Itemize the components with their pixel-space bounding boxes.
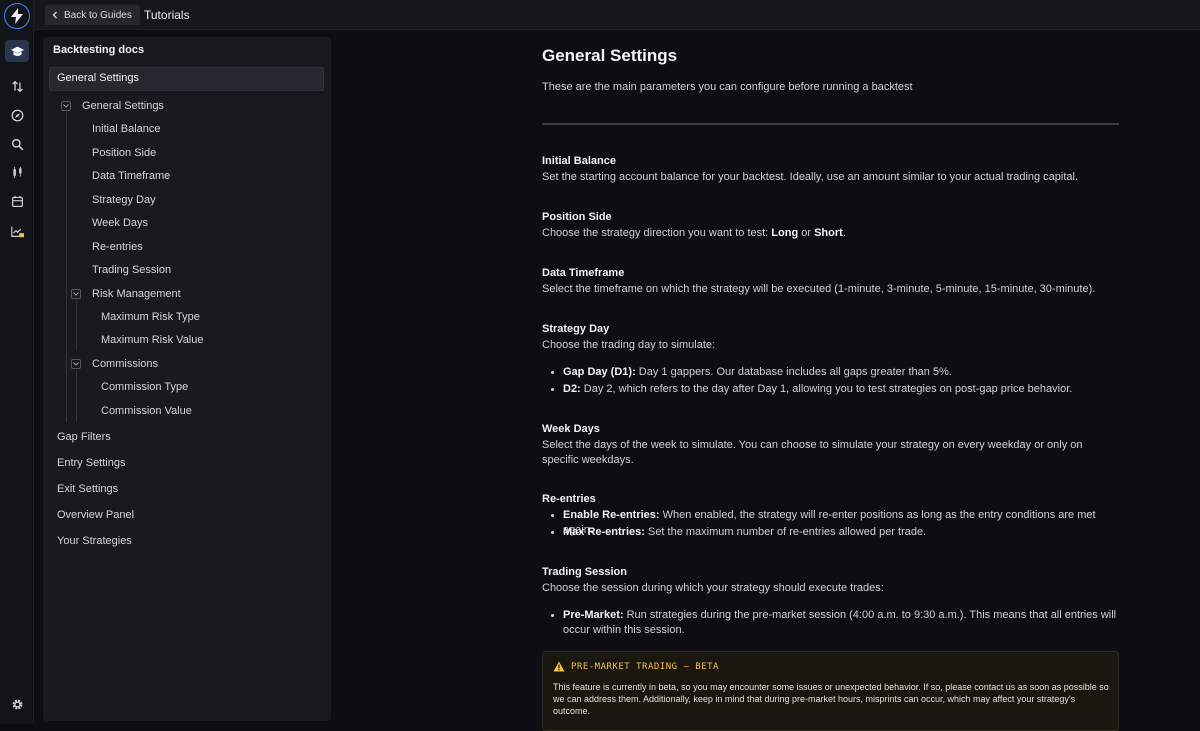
text-strategy-day: Choose the trading day to simulate: (542, 339, 716, 351)
text-initial-balance: Set the starting account balance for you… (542, 171, 1079, 183)
sidebar-item-general-settings-label: General Settings (57, 72, 139, 84)
sidebar-item-gap-filters[interactable]: Gap Filters (57, 431, 111, 443)
text-data-timeframe: Select the timeframe on which the strate… (542, 283, 1096, 295)
sidebar-item-exit-settings[interactable]: Exit Settings (57, 483, 118, 495)
calendar-icon[interactable] (5, 190, 29, 212)
heading-trading-session: Trading Session (542, 566, 627, 578)
settings-gear-icon[interactable] (5, 693, 29, 715)
page-title: Tutorials (144, 8, 190, 22)
warning-text: This feature is currently in beta, so yo… (553, 682, 1109, 716)
heading-week-days: Week Days (542, 423, 600, 435)
list-item: Pre-Market: Run strategies during the pr… (551, 608, 1119, 638)
sidebar-item-strategy-day[interactable]: Strategy Day (92, 194, 156, 206)
docs-sidebar: Backtesting docs General Settings Genera… (43, 37, 331, 721)
sidebar-item-commissions[interactable]: Commissions (92, 358, 158, 370)
heading-initial-balance: Initial Balance (542, 155, 616, 167)
heading-strategy-day: Strategy Day (542, 323, 610, 335)
compass-icon[interactable] (5, 104, 29, 126)
sidebar-item-commission-type[interactable]: Commission Type (101, 381, 188, 393)
chevron-down-icon[interactable] (71, 359, 81, 369)
sidebar-item-trading-session[interactable]: Trading Session (92, 264, 171, 276)
top-bar: Back to Guides Tutorials (34, 0, 1200, 30)
graduation-cap-icon[interactable] (5, 40, 29, 62)
heading-position-side: Position Side (542, 211, 612, 223)
back-to-guides-label: Back to Guides (64, 9, 132, 21)
sidebar-item-max-risk-value[interactable]: Maximum Risk Value (101, 334, 204, 346)
sidebar-item-position-side[interactable]: Position Side (92, 147, 156, 159)
chevron-left-icon (52, 11, 57, 19)
sidebar-item-data-timeframe[interactable]: Data Timeframe (92, 170, 170, 182)
logo-bolt-icon[interactable] (4, 3, 30, 29)
sidebar-title: Backtesting docs (53, 44, 145, 56)
text-position-side: Choose the strategy direction you want t… (542, 227, 846, 239)
sidebar-item-risk-management[interactable]: Risk Management (92, 288, 181, 300)
chevron-down-icon[interactable] (71, 289, 81, 299)
tree-guide-line (76, 371, 77, 421)
divider (542, 123, 1119, 125)
heading-re-entries: Re-entries (542, 493, 596, 505)
content-intro: These are the main parameters you can co… (542, 81, 913, 93)
sidebar-item-overview-panel[interactable]: Overview Panel (57, 509, 134, 521)
sidebar-item-general-settings-group[interactable]: General Settings (82, 100, 164, 112)
list-item: Gap Day (D1): Day 1 gappers. Our databas… (551, 365, 1119, 380)
heading-data-timeframe: Data Timeframe (542, 267, 625, 279)
sidebar-item-re-entries[interactable]: Re-entries (92, 241, 143, 253)
back-to-guides-button[interactable]: Back to Guides (45, 5, 140, 25)
content-title: General Settings (542, 46, 678, 65)
beta-warning-callout: PRE-MARKET TRADING — BETA This feature i… (542, 651, 1119, 731)
text-week-days: Select the days of the week to simulate.… (542, 439, 1083, 466)
sidebar-item-your-strategies[interactable]: Your Strategies (57, 535, 132, 547)
icon-rail (0, 0, 34, 724)
arrows-updown-icon[interactable] (5, 75, 29, 97)
text-trading-session: Choose the session during which your str… (542, 582, 884, 594)
warning-triangle-icon (553, 661, 565, 672)
sidebar-item-commission-value[interactable]: Commission Value (101, 405, 192, 417)
sidebar-item-max-risk-type[interactable]: Maximum Risk Type (101, 311, 200, 323)
tree-guide-line (66, 117, 67, 422)
search-magnify-icon[interactable] (5, 133, 29, 155)
list-item: Max Re-entries: Set the maximum number o… (551, 525, 1119, 540)
sidebar-item-entry-settings[interactable]: Entry Settings (57, 457, 125, 469)
sidebar-item-initial-balance[interactable]: Initial Balance (92, 123, 161, 135)
sidebar-item-week-days[interactable]: Week Days (92, 217, 148, 229)
chevron-down-icon[interactable] (61, 101, 71, 111)
tree-guide-line (76, 301, 77, 351)
chart-lock-icon[interactable] (5, 220, 29, 242)
candles-icon[interactable] (5, 161, 29, 183)
list-item: D2: Day 2, which refers to the day after… (551, 382, 1119, 397)
warning-title: PRE-MARKET TRADING — BETA (571, 662, 719, 672)
